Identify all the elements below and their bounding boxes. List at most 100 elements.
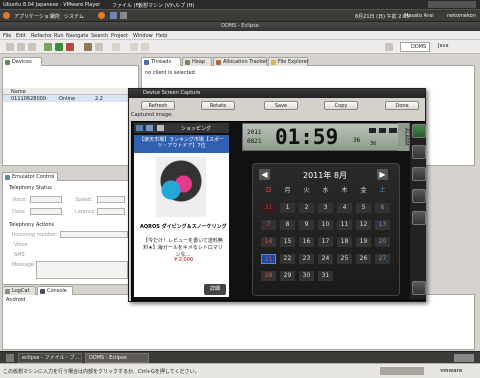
perspective-java[interactable]: Java	[428, 42, 452, 52]
search-icon[interactable]	[95, 43, 103, 51]
debug-icon[interactable]	[44, 43, 52, 51]
ubuntu-logo-icon[interactable]	[3, 12, 10, 19]
calendar-day[interactable]: 23	[299, 254, 314, 264]
flashlight-icon[interactable]	[412, 167, 426, 181]
mail-icon[interactable]	[110, 12, 117, 19]
product-image[interactable]	[156, 157, 206, 217]
taskbar-item-eclipse[interactable]: eclipse - ファイル・ブ...	[18, 353, 82, 363]
vm-menu-file[interactable]: ファイル (F)	[112, 2, 140, 9]
menu-refactor[interactable]: Refactor	[31, 33, 52, 39]
calendar-day[interactable]: 3	[318, 203, 333, 213]
speed-select[interactable]	[97, 196, 125, 203]
calendar-day[interactable]: 8	[280, 220, 295, 230]
ranking-banner[interactable]: 【楽天市場】ランキング市場【スポーツ・アウトドア】7位	[134, 135, 229, 153]
tab-allocation-tracker[interactable]: Allocation Tracker	[213, 57, 267, 66]
calendar-day[interactable]: 15	[280, 237, 295, 247]
rotate-button[interactable]: Rotate	[201, 101, 235, 110]
calendar-day[interactable]: 11	[337, 220, 352, 230]
panel-menu-apps[interactable]: アプリケーション	[14, 13, 54, 20]
calendar-app-icon[interactable]	[412, 124, 426, 138]
tab-threads[interactable]: Threads	[141, 57, 181, 66]
calendar-day[interactable]: 7	[261, 220, 276, 230]
annotation-icon[interactable]	[112, 43, 120, 51]
vm-menu-vm[interactable]: 仮想マシン (V)	[138, 2, 172, 9]
tab-logcat[interactable]: LogCat	[2, 286, 36, 295]
perspective-ddms[interactable]: DDMS	[400, 42, 431, 52]
device-status-icons[interactable]	[380, 367, 424, 375]
calendar-day[interactable]: 19	[356, 237, 371, 247]
taskbar-item-ddms[interactable]: DDMS - Eclipse	[85, 353, 149, 363]
calendar-day[interactable]: 25	[337, 254, 352, 264]
firefox-icon[interactable]	[98, 12, 105, 19]
copy-button[interactable]: Copy	[324, 101, 358, 110]
external-tools-icon[interactable]	[66, 43, 74, 51]
calendar-day[interactable]: 28	[261, 271, 276, 281]
calendar-day[interactable]: 29	[280, 271, 295, 281]
new-icon[interactable]	[6, 43, 14, 51]
back-icon[interactable]	[130, 43, 138, 51]
latency-select[interactable]	[97, 208, 125, 215]
calendar-day[interactable]: 6	[375, 203, 390, 213]
calendar-day[interactable]: 16	[299, 237, 314, 247]
calendar-day[interactable]: 4	[337, 203, 352, 213]
voice-select[interactable]	[30, 196, 62, 203]
sms-radio[interactable]: SMS	[14, 252, 25, 258]
panel-user[interactable]: Masato Arai	[404, 13, 434, 19]
calendar-day[interactable]: 27	[375, 254, 390, 264]
menu-edit[interactable]: Edit	[16, 33, 26, 39]
calendar-day[interactable]: 17	[318, 237, 333, 247]
show-desktop-icon[interactable]	[6, 354, 14, 362]
edit-icon[interactable]	[412, 189, 426, 203]
open-perspective-icon[interactable]	[385, 43, 393, 51]
calendar-day[interactable]: 10	[318, 220, 333, 230]
refresh-button[interactable]: Refresh	[141, 101, 175, 110]
clock-widget[interactable]: 2011 0821 01:59 36 36	[242, 123, 410, 151]
details-button[interactable]: 詳細	[204, 284, 226, 295]
calendar-day[interactable]: 18	[337, 237, 352, 247]
window-controls[interactable]	[428, 1, 476, 8]
print-icon[interactable]	[28, 43, 36, 51]
trash-icon[interactable]	[454, 354, 474, 362]
calendar-day[interactable]: 5	[356, 203, 371, 213]
open-type-icon[interactable]	[84, 43, 92, 51]
next-month-button[interactable]: ▶	[377, 169, 388, 180]
message-field[interactable]	[36, 261, 128, 279]
panel-menu-system[interactable]: システム	[64, 13, 84, 20]
table-row[interactable]: 01110628000 Online 2.2	[3, 95, 138, 102]
calendar-day[interactable]: 30	[299, 271, 314, 281]
menu-file[interactable]: File	[3, 33, 11, 39]
run-icon[interactable]	[55, 43, 63, 51]
calendar-day[interactable]: 24	[318, 254, 333, 264]
menu-run[interactable]: Run	[54, 33, 64, 39]
panel-network[interactable]: nekomekon	[447, 13, 476, 19]
data-select[interactable]	[30, 208, 62, 215]
calendar-day[interactable]: 1	[280, 203, 295, 213]
calendar-day[interactable]: 21	[261, 254, 276, 264]
voice-radio[interactable]: Voice	[14, 242, 27, 248]
menu-project[interactable]: Project	[111, 33, 128, 39]
menu-search[interactable]: Search	[91, 33, 108, 39]
calendar-day[interactable]: 22	[280, 254, 295, 264]
tab-console[interactable]: Console	[37, 286, 73, 295]
calendar-day[interactable]: 31	[318, 271, 333, 281]
done-button[interactable]: Done	[385, 101, 419, 110]
calendar-day[interactable]: 12	[356, 220, 371, 230]
vm-menu-help[interactable]: ヘルプ (H)	[170, 2, 194, 9]
save-icon[interactable]	[17, 43, 25, 51]
calendar-day[interactable]: 26	[356, 254, 371, 264]
tab-devices[interactable]: Devices	[2, 57, 42, 66]
tab-heap[interactable]: Heap	[182, 57, 212, 66]
help-icon[interactable]	[120, 12, 127, 19]
calendar-day[interactable]: 20	[375, 237, 390, 247]
menu-window[interactable]: Window	[133, 33, 153, 39]
product-card[interactable]: AQROS ダイビング＆スノーケリング 【今だけ！レビューを書いて送料無料★】海…	[134, 153, 229, 297]
save-button[interactable]: Save	[264, 101, 298, 110]
incoming-number-field[interactable]	[60, 231, 128, 238]
tab-emulator-control[interactable]: Emulator Control	[2, 172, 58, 181]
forward-icon[interactable]	[141, 43, 149, 51]
panel-menu-places[interactable]: 場所	[50, 13, 60, 20]
settings-icon[interactable]	[412, 281, 426, 295]
calendar-day[interactable]: 31	[261, 203, 276, 213]
tool-icon[interactable]	[412, 145, 426, 159]
menu-navigate[interactable]: Navigate	[66, 33, 88, 39]
